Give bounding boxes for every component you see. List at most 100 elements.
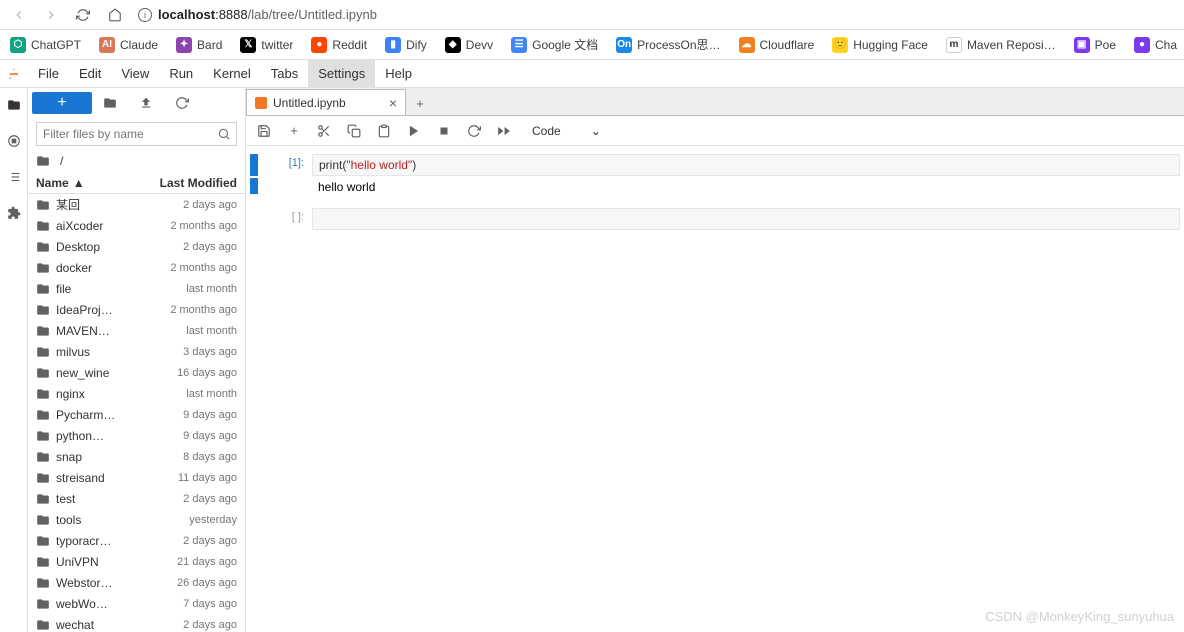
bookmark-item[interactable]: ▮Dify [385,37,427,53]
column-modified[interactable]: Last Modified [160,176,237,190]
extensions-icon[interactable] [5,204,23,222]
refresh-button[interactable] [164,92,200,114]
folder-icon [36,366,50,380]
file-name: 某回 [56,196,183,213]
column-name[interactable]: Name ▲ [36,176,160,190]
new-launcher-button[interactable]: + [32,92,92,114]
menu-run[interactable]: Run [159,60,203,87]
back-button[interactable] [10,6,28,24]
bookmark-item[interactable]: mMaven Reposi… [946,37,1056,53]
notebook-area: [1]: print("hello world") hello world [ … [246,146,1184,632]
tab-bar: Untitled.ipynb × + [246,88,1184,116]
home-button[interactable] [106,6,124,24]
menu-bar: FileEditViewRunKernelTabsSettingsHelp [0,60,1184,88]
file-modified: last month [186,283,237,295]
breadcrumb[interactable]: / [28,150,245,172]
cell-output-row: hello world [250,178,1180,194]
bookmark-item[interactable]: ◆Devv [445,37,493,53]
menu-file[interactable]: File [28,60,69,87]
paste-button[interactable] [376,124,392,138]
cut-button[interactable] [316,124,332,138]
file-row[interactable]: wechat2 days ago [28,614,245,632]
file-row[interactable]: 某回2 days ago [28,194,245,215]
bookmark-item[interactable]: OnProcessOn思… [616,36,720,53]
file-row[interactable]: UniVPN21 days ago [28,551,245,572]
file-name: nginx [56,387,186,401]
menu-kernel[interactable]: Kernel [203,60,261,87]
file-row[interactable]: Webstor…26 days ago [28,572,245,593]
interrupt-button[interactable] [436,124,452,138]
bookmark-item[interactable]: ⬡ChatGPT [10,37,81,53]
copy-button[interactable] [346,124,362,138]
jupyter-logo[interactable] [0,60,28,88]
filebrowser-icon[interactable] [5,96,23,114]
forward-button[interactable] [42,6,60,24]
bookmark-item[interactable]: 𝕏twitter [240,37,293,53]
menu-view[interactable]: View [111,60,159,87]
menu-tabs[interactable]: Tabs [261,60,308,87]
celltype-select[interactable]: Code⌄ [526,122,607,140]
run-button[interactable] [406,124,422,138]
cell-input[interactable] [312,208,1180,230]
file-modified: 9 days ago [183,409,237,421]
bookmark-item[interactable]: AIClaude [99,37,158,53]
file-modified: 9 days ago [183,430,237,442]
file-row[interactable]: test2 days ago [28,488,245,509]
bookmark-item[interactable]: ●Cha [1134,37,1177,53]
toc-icon[interactable] [5,168,23,186]
upload-button[interactable] [128,92,164,114]
file-row[interactable]: IdeaProj…2 months ago [28,299,245,320]
file-row[interactable]: snap8 days ago [28,446,245,467]
code-cell[interactable]: [ ]: [250,208,1180,230]
favicon: ● [1134,37,1150,53]
file-name: typoracr… [56,534,183,548]
menu-edit[interactable]: Edit [69,60,111,87]
restart-run-all-button[interactable] [496,124,512,138]
folder-icon [36,198,50,212]
file-row[interactable]: typoracr…2 days ago [28,530,245,551]
bookmark-item[interactable]: ☰Google 文档 [511,36,598,53]
reload-button[interactable] [74,6,92,24]
file-row[interactable]: webWo…7 days ago [28,593,245,614]
add-tab-button[interactable]: + [408,91,432,115]
bookmark-item[interactable]: ▣Poe [1074,37,1116,53]
bookmark-item[interactable]: 🙂Hugging Face [832,37,928,53]
file-name: MAVEN… [56,324,186,338]
bookmark-item[interactable]: ☁Cloudflare [739,37,815,53]
file-name: Webstor… [56,576,177,590]
file-modified: 7 days ago [183,598,237,610]
file-row[interactable]: aiXcoder2 months ago [28,215,245,236]
close-tab-button[interactable]: × [389,95,397,111]
file-row[interactable]: streisand11 days ago [28,467,245,488]
menu-help[interactable]: Help [375,60,422,87]
menu-settings[interactable]: Settings [308,60,375,87]
file-row[interactable]: docker2 months ago [28,257,245,278]
file-row[interactable]: python…9 days ago [28,425,245,446]
folder-icon [36,618,50,632]
insert-cell-button[interactable]: + [286,123,302,138]
new-folder-button[interactable] [92,92,128,114]
site-info-icon[interactable]: i [138,8,152,22]
file-row[interactable]: filelast month [28,278,245,299]
file-row[interactable]: toolsyesterday [28,509,245,530]
file-row[interactable]: new_wine16 days ago [28,362,245,383]
address-bar[interactable]: i localhost:8888/lab/tree/Untitled.ipynb [138,7,377,22]
filter-input[interactable] [36,122,237,146]
file-modified: 21 days ago [177,556,237,568]
folder-icon [36,219,50,233]
restart-button[interactable] [466,124,482,138]
file-row[interactable]: nginxlast month [28,383,245,404]
running-icon[interactable] [5,132,23,150]
folder-icon [36,555,50,569]
code-cell[interactable]: [1]: print("hello world") [250,154,1180,176]
file-row[interactable]: MAVEN…last month [28,320,245,341]
bookmark-item[interactable]: ✦Bard [176,37,222,53]
file-row[interactable]: Pycharm…9 days ago [28,404,245,425]
file-row[interactable]: Desktop2 days ago [28,236,245,257]
file-row[interactable]: milvus3 days ago [28,341,245,362]
folder-icon [36,282,50,296]
bookmark-item[interactable]: ●Reddit [311,37,367,53]
save-button[interactable] [256,124,272,138]
tab-notebook[interactable]: Untitled.ipynb × [246,89,406,115]
cell-input[interactable]: print("hello world") [312,154,1180,176]
